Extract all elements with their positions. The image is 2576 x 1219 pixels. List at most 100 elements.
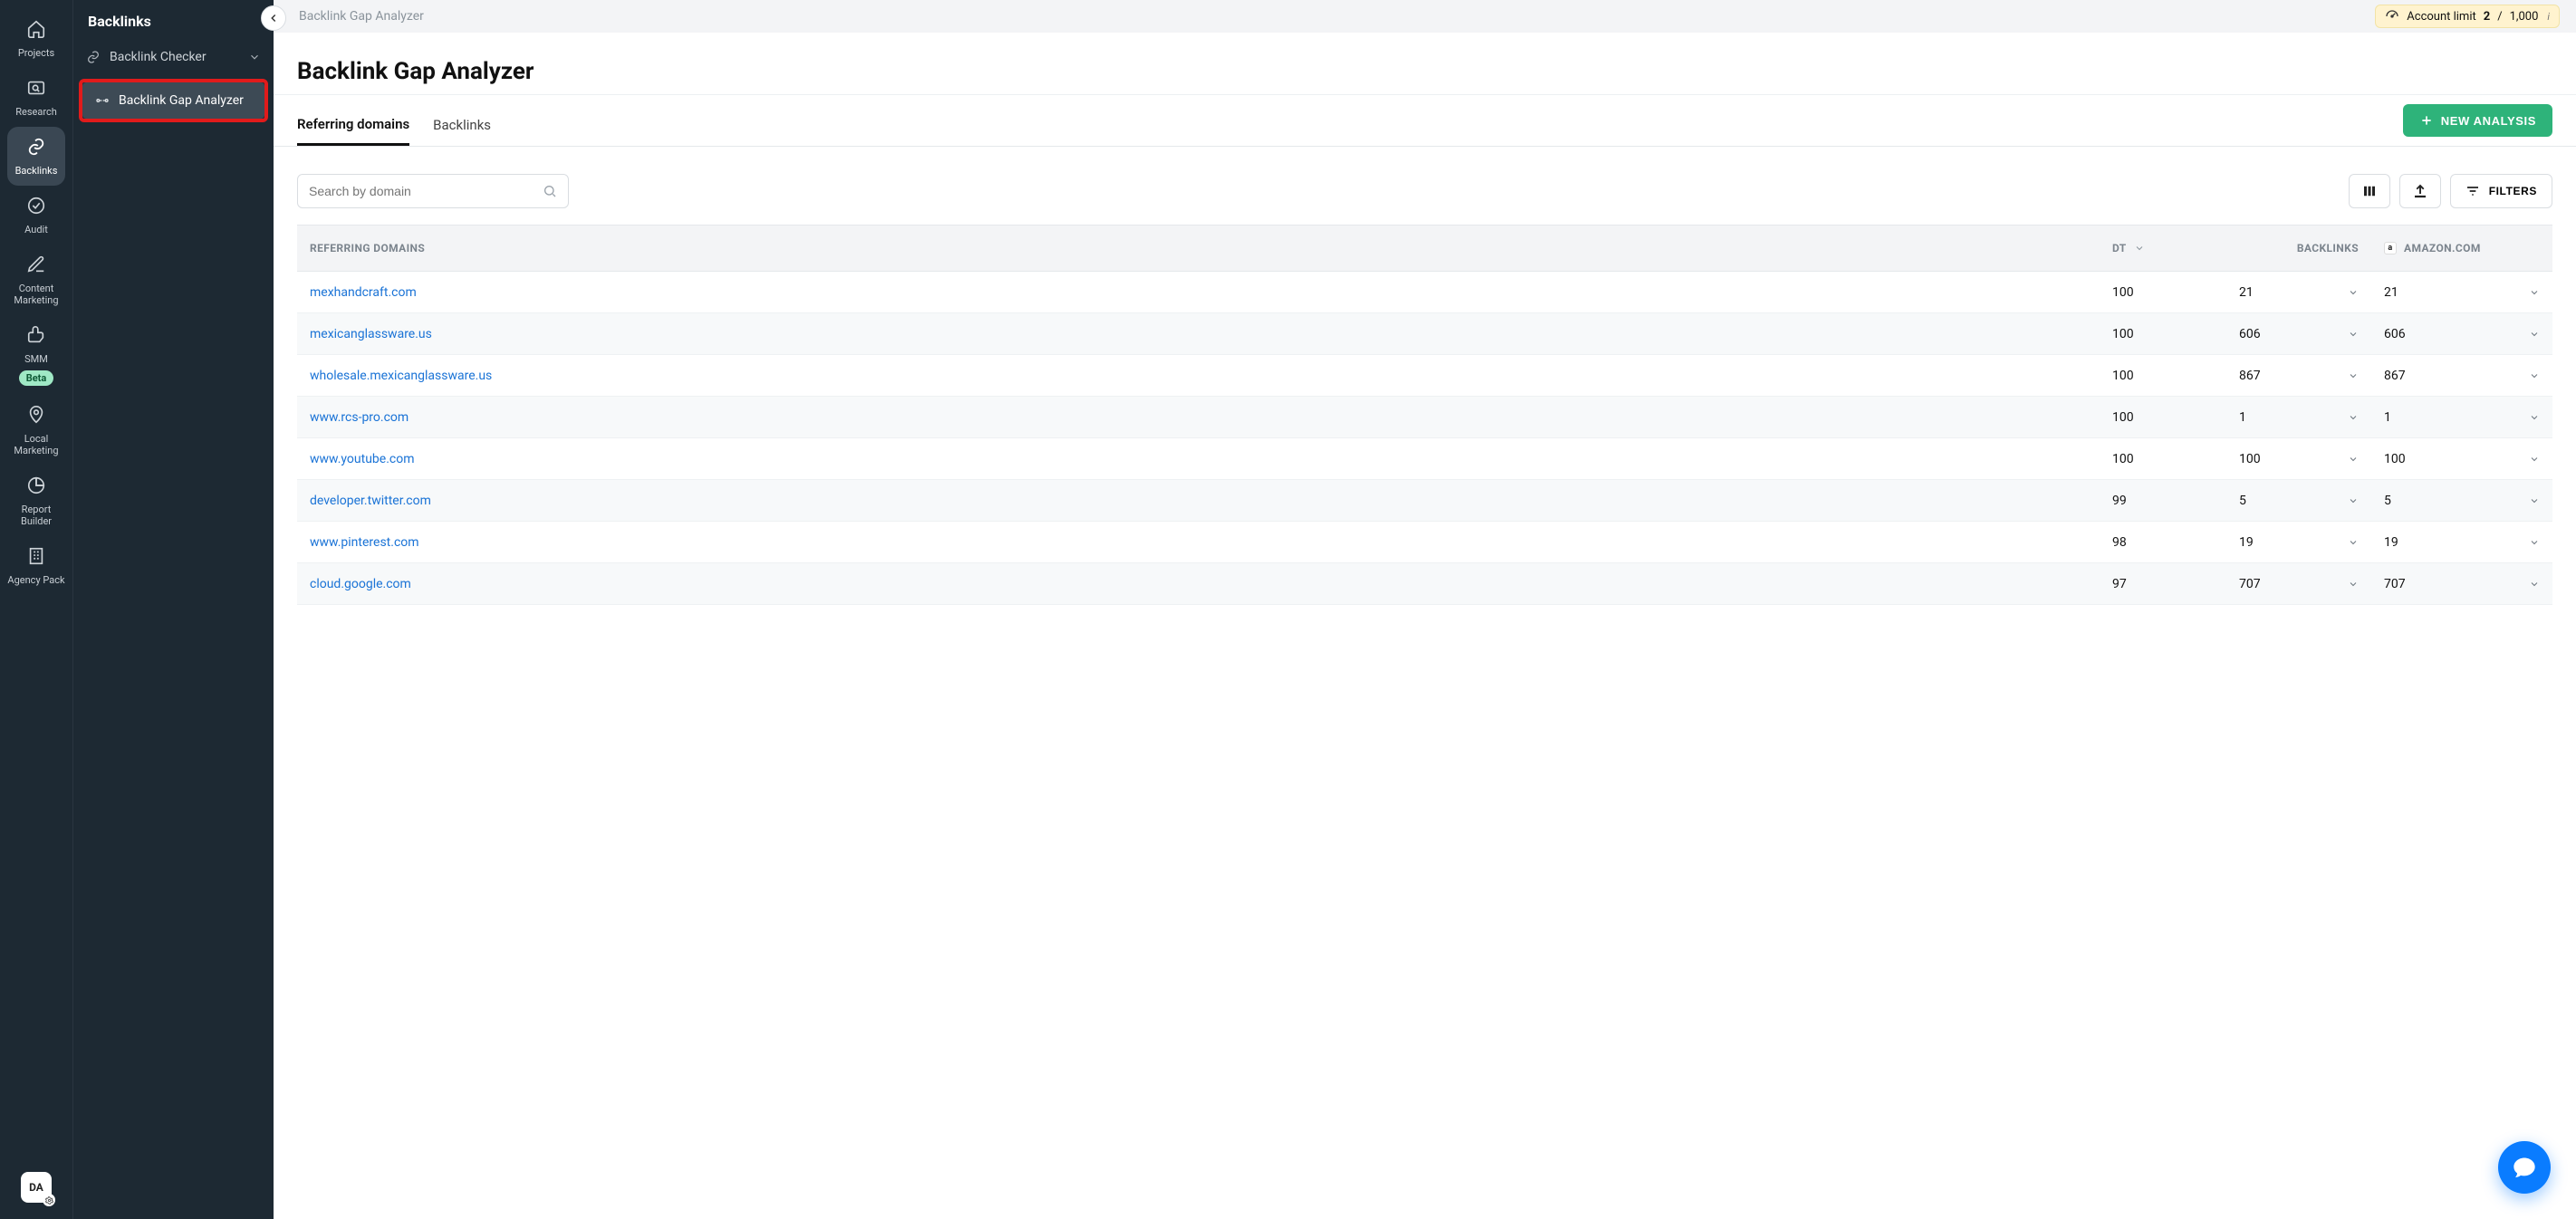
- cell-dt: 98: [2100, 535, 2226, 550]
- cell-competitor[interactable]: 100: [2371, 452, 2552, 466]
- domain-link[interactable]: www.rcs-pro.com: [297, 410, 2100, 425]
- chevron-down-icon: [2348, 537, 2359, 548]
- nav-smm[interactable]: SMM Beta: [7, 315, 65, 395]
- gap-icon: [95, 93, 110, 108]
- cell-dt: 100: [2100, 327, 2226, 341]
- chevron-down-icon: [2348, 412, 2359, 423]
- cell-backlinks[interactable]: 606: [2226, 327, 2371, 341]
- cell-competitor[interactable]: 5: [2371, 494, 2552, 508]
- collapse-sidebar-button[interactable]: [261, 5, 286, 31]
- plus-icon: [2419, 113, 2434, 128]
- cell-backlinks[interactable]: 100: [2226, 452, 2371, 466]
- tab-backlinks[interactable]: Backlinks: [433, 106, 491, 144]
- col-competitor[interactable]: a AMAZON.COM: [2371, 242, 2552, 254]
- nav-label: Backlinks: [15, 165, 58, 177]
- chevron-down-icon: [2529, 412, 2540, 423]
- col-backlinks[interactable]: BACKLINKS: [2226, 242, 2371, 254]
- chevron-down-icon: [2529, 495, 2540, 506]
- toolbar: FILTERS: [274, 147, 2576, 225]
- upload-icon: [2412, 183, 2428, 199]
- link-icon: [86, 50, 101, 64]
- building-icon: [24, 543, 49, 569]
- domain-link[interactable]: cloud.google.com: [297, 577, 2100, 591]
- new-analysis-button[interactable]: NEW ANALYSIS: [2403, 104, 2552, 137]
- chevron-down-icon: [2348, 495, 2359, 506]
- nav-audit[interactable]: Audit: [7, 186, 65, 245]
- nav-local-marketing[interactable]: Local Marketing: [7, 395, 65, 466]
- gauge-icon: [2385, 9, 2399, 24]
- sidebar-item-backlink-checker[interactable]: Backlink Checker: [73, 39, 274, 75]
- nav-backlinks[interactable]: Backlinks: [7, 127, 65, 186]
- main: Backlink Gap Analyzer Account limit 2 / …: [274, 0, 2576, 1219]
- tabs: Referring domains Backlinks NEW ANALYSIS: [274, 95, 2576, 147]
- table-row: mexhandcraft.com1002121: [297, 272, 2552, 313]
- nav-agency-pack[interactable]: Agency Pack: [7, 536, 65, 595]
- page-title: Backlink Gap Analyzer: [274, 38, 2576, 94]
- col-referring-domains[interactable]: REFERRING DOMAINS: [297, 242, 2100, 254]
- sidebar-item-label: Backlink Gap Analyzer: [119, 93, 244, 108]
- pie-chart-icon: [24, 473, 49, 498]
- chevron-down-icon: [2529, 454, 2540, 465]
- filters-button[interactable]: FILTERS: [2450, 174, 2552, 208]
- domain-link[interactable]: wholesale.mexicanglassware.us: [297, 369, 2100, 383]
- cell-competitor[interactable]: 606: [2371, 327, 2552, 341]
- chevron-down-icon: [248, 51, 261, 63]
- info-icon: i: [2547, 11, 2550, 23]
- cell-backlinks[interactable]: 21: [2226, 285, 2371, 300]
- research-icon: [24, 75, 49, 101]
- search-input[interactable]: [309, 184, 543, 198]
- chevron-down-icon: [2529, 537, 2540, 548]
- cell-dt: 99: [2100, 494, 2226, 508]
- domain-link[interactable]: mexhandcraft.com: [297, 285, 2100, 300]
- cell-competitor[interactable]: 21: [2371, 285, 2552, 300]
- cell-dt: 100: [2100, 285, 2226, 300]
- col-dt[interactable]: DT: [2100, 242, 2226, 254]
- sidebar-item-backlink-gap-analyzer[interactable]: Backlink Gap Analyzer: [82, 82, 264, 119]
- domain-link[interactable]: www.youtube.com: [297, 452, 2100, 466]
- account-limit-chip[interactable]: Account limit 2 / 1,000 i: [2375, 5, 2560, 28]
- table-header: REFERRING DOMAINS DT BACKLINKS a AMAZON.…: [297, 225, 2552, 272]
- thumbs-up-icon: [24, 322, 49, 348]
- sidebar: Backlinks Backlink Checker Backlink Gap …: [72, 0, 274, 1219]
- amazon-favicon-icon: a: [2384, 242, 2397, 254]
- cell-backlinks[interactable]: 867: [2226, 369, 2371, 383]
- nav-report-builder[interactable]: Report Builder: [7, 466, 65, 536]
- domain-link[interactable]: developer.twitter.com: [297, 494, 2100, 508]
- map-pin-icon: [24, 402, 49, 427]
- domain-link[interactable]: mexicanglassware.us: [297, 327, 2100, 341]
- cell-dt: 100: [2100, 369, 2226, 383]
- cell-competitor[interactable]: 1: [2371, 410, 2552, 425]
- sidebar-title: Backlinks: [73, 0, 274, 39]
- chevron-down-icon: [2529, 370, 2540, 381]
- beta-badge: Beta: [19, 370, 54, 386]
- filter-icon: [2465, 184, 2480, 198]
- cell-backlinks[interactable]: 5: [2226, 494, 2371, 508]
- nav-rail: Projects Research Backlinks Audit Conten…: [0, 0, 72, 1219]
- cell-competitor[interactable]: 867: [2371, 369, 2552, 383]
- cell-backlinks[interactable]: 707: [2226, 577, 2371, 591]
- user-avatar[interactable]: DA: [21, 1172, 52, 1203]
- search-input-wrap: [297, 174, 569, 208]
- cell-competitor[interactable]: 707: [2371, 577, 2552, 591]
- cell-backlinks[interactable]: 1: [2226, 410, 2371, 425]
- edit-icon: [24, 252, 49, 277]
- nav-label: Research: [15, 106, 57, 118]
- table-row: mexicanglassware.us100606606: [297, 313, 2552, 355]
- columns-icon: [2361, 183, 2378, 199]
- chat-fab[interactable]: [2498, 1141, 2551, 1194]
- columns-button[interactable]: [2349, 174, 2390, 208]
- tab-referring-domains[interactable]: Referring domains: [297, 105, 409, 146]
- nav-content-marketing[interactable]: Content Marketing: [7, 245, 65, 315]
- cell-competitor[interactable]: 19: [2371, 535, 2552, 550]
- domain-link[interactable]: www.pinterest.com: [297, 535, 2100, 550]
- cell-dt: 100: [2100, 410, 2226, 425]
- export-button[interactable]: [2399, 174, 2441, 208]
- nav-research[interactable]: Research: [7, 68, 65, 127]
- chevron-down-icon: [2529, 329, 2540, 340]
- nav-label: Projects: [18, 47, 54, 59]
- nav-label: Local Marketing: [7, 433, 65, 456]
- chevron-down-icon: [2348, 454, 2359, 465]
- nav-projects[interactable]: Projects: [7, 9, 65, 68]
- cell-backlinks[interactable]: 19: [2226, 535, 2371, 550]
- search-icon: [543, 184, 557, 198]
